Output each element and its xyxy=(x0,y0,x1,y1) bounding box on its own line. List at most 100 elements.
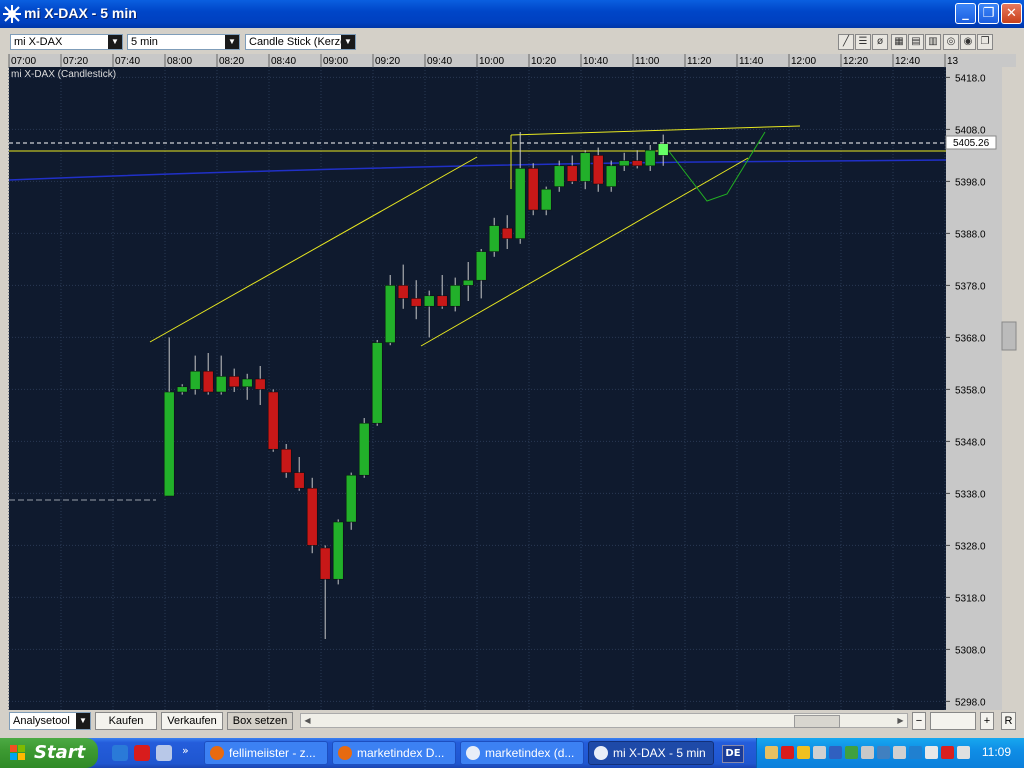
quicklaunch-heart-icon[interactable] xyxy=(134,745,150,761)
zoom-in-button[interactable]: + xyxy=(980,712,994,730)
start-label: Start xyxy=(34,742,86,763)
start-button[interactable]: Start xyxy=(0,738,98,768)
symbol-select[interactable]: mi X-DAX ▼ xyxy=(10,34,123,50)
zoom-out-button[interactable]: − xyxy=(912,712,926,730)
candle-body xyxy=(501,227,513,239)
taskbar-item-4[interactable]: mi X-DAX - 5 min xyxy=(588,741,714,765)
candle-body xyxy=(176,386,188,393)
time-tick-label: 09:20 xyxy=(375,56,400,67)
window-title: mi X-DAX - 5 min xyxy=(24,5,137,21)
candle-body xyxy=(371,342,383,424)
taskbar-item-label: marketindex (d... xyxy=(485,746,575,760)
horizontal-scrollbar[interactable]: ◀ ▶ xyxy=(300,713,908,728)
chevron-more-icon[interactable]: » xyxy=(182,744,189,757)
settings-icon[interactable]: ◎ xyxy=(943,34,959,50)
system-tray: 11:09 xyxy=(756,738,1024,768)
fibonacci-icon[interactable]: ø xyxy=(872,34,888,50)
candle-body xyxy=(345,474,357,523)
tray-icon-9[interactable] xyxy=(893,746,906,759)
time-tick-label: 12:00 xyxy=(791,56,816,67)
chevron-down-icon: ▼ xyxy=(225,35,239,49)
candle-body xyxy=(254,378,266,390)
interval-value: 5 min xyxy=(131,36,158,48)
current-price-label: 5405.26 xyxy=(953,138,990,149)
scroll-left-icon[interactable]: ◀ xyxy=(301,714,314,727)
candle-body xyxy=(488,225,500,252)
interval-select[interactable]: 5 min ▼ xyxy=(127,34,240,50)
taskbar: Start » fellimeiister - z... marketindex… xyxy=(0,738,1024,768)
vertical-scrollbar[interactable] xyxy=(1002,67,1016,710)
symbol-value: mi X-DAX xyxy=(14,36,63,48)
marketindex-icon xyxy=(466,746,480,760)
firefox-icon xyxy=(210,746,224,760)
chevron-down-icon: ▼ xyxy=(108,35,122,49)
grid-icon[interactable]: ▦ xyxy=(891,34,907,50)
volume-icon[interactable] xyxy=(813,746,826,759)
set-box-button[interactable]: Box setzen xyxy=(227,712,293,730)
tray-icon-6[interactable] xyxy=(845,746,858,759)
chart-type-value: Candle Stick (Kerze xyxy=(249,36,347,48)
window-icon[interactable]: ❐ xyxy=(977,34,993,50)
price-tick-label: 5308.0 xyxy=(955,645,986,656)
scroll-right-icon[interactable]: ▶ xyxy=(894,714,907,727)
taskbar-item-2[interactable]: marketindex D... xyxy=(332,741,456,765)
time-tick-label: 11:20 xyxy=(687,56,712,67)
tray-icon-7[interactable] xyxy=(861,746,874,759)
draw-line-icon[interactable]: ╱ xyxy=(838,34,854,50)
close-button[interactable]: ✕ xyxy=(1001,3,1022,24)
candle-body xyxy=(605,165,617,187)
list-icon[interactable]: ▥ xyxy=(925,34,941,50)
taskbar-item-label: mi X-DAX - 5 min xyxy=(613,746,706,760)
zoom-icon[interactable]: ◉ xyxy=(960,34,976,50)
scrollbar-thumb[interactable] xyxy=(1001,321,1017,351)
taskbar-item-label: fellimeiister - z... xyxy=(229,746,316,760)
table-icon[interactable]: ▤ xyxy=(908,34,924,50)
network-icon[interactable] xyxy=(829,746,842,759)
time-tick-label: 09:40 xyxy=(427,56,452,67)
tray-icon-13[interactable] xyxy=(957,746,970,759)
price-tick-label: 5338.0 xyxy=(955,489,986,500)
tray-icon-10[interactable] xyxy=(909,746,922,759)
analysis-tool-select[interactable]: Analysetool ▼ xyxy=(9,712,91,730)
scrollbar-thumb[interactable] xyxy=(794,715,840,728)
time-tick-label: 11:00 xyxy=(635,56,660,67)
language-indicator[interactable]: DE xyxy=(722,745,744,763)
taskbar-item-3[interactable]: marketindex (d... xyxy=(460,741,584,765)
minimize-button[interactable]: _ xyxy=(955,3,976,24)
sell-button[interactable]: Verkaufen xyxy=(161,712,223,730)
candle-body xyxy=(215,376,227,393)
windows-flag-icon xyxy=(10,745,25,760)
buy-button[interactable]: Kaufen xyxy=(95,712,157,730)
candle-body xyxy=(540,188,552,211)
candle-body xyxy=(436,295,448,307)
price-tick-label: 5378.0 xyxy=(955,281,986,292)
internet-explorer-icon[interactable] xyxy=(112,745,128,761)
tray-icon-11[interactable] xyxy=(925,746,938,759)
time-tick-label: 11:40 xyxy=(739,56,764,67)
chart-type-select[interactable]: Candle Stick (Kerze ▼ xyxy=(245,34,356,50)
price-tick-label: 5348.0 xyxy=(955,437,986,448)
analysis-tool-label: Analysetool xyxy=(13,715,70,727)
candle-body xyxy=(293,472,305,489)
candle-body xyxy=(267,391,279,450)
tray-icon-8[interactable] xyxy=(877,746,890,759)
zoom-slider[interactable] xyxy=(930,712,976,730)
app-icon xyxy=(3,5,21,23)
security-shield-icon[interactable] xyxy=(941,746,954,759)
bottom-toolbar: Analysetool ▼ Kaufen Verkaufen Box setzen… xyxy=(0,710,1024,738)
chart-title: mi X-DAX (Candlestick) xyxy=(11,69,116,80)
candlestick-chart[interactable]: 07:00 07:20 07:40 08:00 08:20 08:40 09:00 09:20… xyxy=(0,54,1024,710)
time-tick-label: 13 xyxy=(947,56,959,67)
tray-shield-icon[interactable] xyxy=(797,746,810,759)
tray-heart-icon[interactable] xyxy=(781,746,794,759)
tray-icon-1[interactable] xyxy=(765,746,778,759)
candle-body xyxy=(657,143,669,156)
taskbar-item-1[interactable]: fellimeiister - z... xyxy=(204,741,328,765)
price-tick-label: 5418.0 xyxy=(955,73,986,84)
horizontal-line-icon[interactable]: ☰ xyxy=(855,34,871,50)
maximize-button[interactable]: ❐ xyxy=(978,3,999,24)
quicklaunch-app-icon[interactable] xyxy=(156,745,172,761)
reset-button[interactable]: R xyxy=(1001,712,1016,730)
candle-body xyxy=(631,160,643,167)
price-tick-label: 5358.0 xyxy=(955,385,986,396)
